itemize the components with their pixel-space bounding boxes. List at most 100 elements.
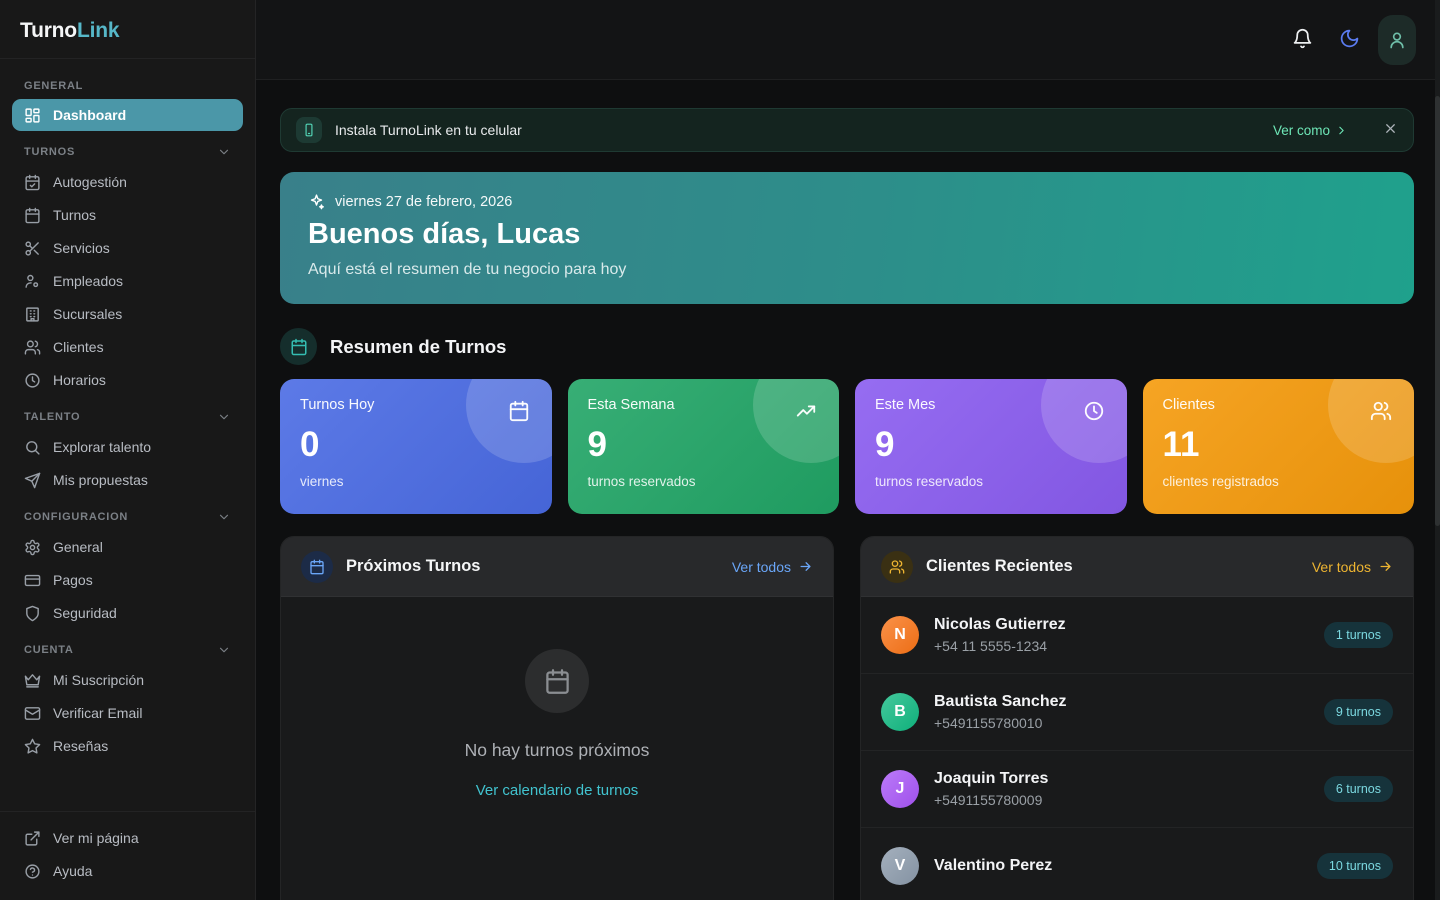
chevron-down-icon <box>217 145 231 159</box>
sidebar-item-label: General <box>53 539 103 555</box>
gear-icon <box>24 539 41 556</box>
sidebar-item-explorar-talento[interactable]: Explorar talento <box>12 431 243 463</box>
sparkles-icon <box>308 193 325 210</box>
empty-state-text: No hay turnos próximos <box>301 740 813 761</box>
calendar-icon <box>508 400 530 422</box>
user-icon <box>1387 30 1407 50</box>
section-label-text: TALENTO <box>24 411 80 423</box>
sidebar-item-empleados[interactable]: Empleados <box>12 265 243 297</box>
scrollbar[interactable] <box>1435 0 1440 900</box>
sidebar-item-label: Dashboard <box>53 107 126 123</box>
stat-card-grid: Turnos Hoy0viernesEsta Semana9turnos res… <box>280 379 1414 514</box>
calendar-icon <box>24 207 41 224</box>
view-as-label: Ver como <box>1273 123 1330 138</box>
employee-icon <box>24 273 41 290</box>
client-info: Joaquin Torres+5491155780009 <box>934 770 1309 808</box>
sidebar-section-configuracion[interactable]: CONFIGURACION <box>12 497 243 530</box>
recent-clients-panel-title: Clientes Recientes <box>926 557 1299 576</box>
sidebar-item-autogestion[interactable]: Autogestión <box>12 166 243 198</box>
sidebar-item-general[interactable]: General <box>12 531 243 563</box>
sidebar-item-label: Seguridad <box>53 605 117 621</box>
clock-icon <box>24 372 41 389</box>
app-logo: TurnoLink <box>0 0 255 59</box>
sidebar-item-servicios[interactable]: Servicios <box>12 232 243 264</box>
sidebar-item-label: Pagos <box>53 572 93 588</box>
theme-toggle-button[interactable] <box>1331 20 1368 60</box>
stat-card-esta-semana: Esta Semana9turnos reservados <box>568 379 840 514</box>
sidebar-section-cuenta[interactable]: CUENTA <box>12 630 243 663</box>
sidebar-item-resenas[interactable]: Reseñas <box>12 730 243 762</box>
sidebar-item-label: Reseñas <box>53 738 108 754</box>
sidebar-item-label: Verificar Email <box>53 705 142 721</box>
star-icon <box>24 738 41 755</box>
sidebar-section-turnos[interactable]: TURNOS <box>12 132 243 165</box>
sidebar-item-mi-suscripcion[interactable]: Mi Suscripción <box>12 664 243 696</box>
sidebar-item-ayuda[interactable]: Ayuda <box>12 855 243 887</box>
main-area: Instala TurnoLink en tu celular Ver como… <box>256 0 1440 900</box>
sidebar-item-label: Clientes <box>53 339 104 355</box>
calendar-icon <box>544 668 571 695</box>
greeting-card: viernes 27 de febrero, 2026 Buenos días,… <box>280 172 1414 304</box>
section-label-text: CUENTA <box>24 644 74 656</box>
turnos-count-badge: 9 turnos <box>1324 699 1393 725</box>
view-calendar-link[interactable]: Ver calendario de turnos <box>301 782 813 799</box>
notifications-button[interactable] <box>1284 20 1321 60</box>
client-row-valentino-perez[interactable]: VValentino Perez10 turnos <box>861 828 1413 900</box>
calendar-icon <box>290 338 308 356</box>
bell-icon <box>1292 28 1313 49</box>
search-icon <box>24 439 41 456</box>
client-row-joaquin-torres[interactable]: JJoaquin Torres+54911557800096 turnos <box>861 751 1413 828</box>
sidebar-item-mis-propuestas[interactable]: Mis propuestas <box>12 464 243 496</box>
client-info: Bautista Sanchez+5491155780010 <box>934 693 1309 731</box>
sidebar-item-seguridad[interactable]: Seguridad <box>12 597 243 629</box>
profile-button[interactable] <box>1378 15 1416 65</box>
stat-sublabel: clientes registrados <box>1163 474 1395 489</box>
sidebar-item-label: Mi Suscripción <box>53 672 144 688</box>
users-icon <box>889 559 905 575</box>
upcoming-panel-header: Próximos Turnos Ver todos <box>281 537 833 597</box>
clock-icon <box>1083 400 1105 422</box>
greeting-date: viernes 27 de febrero, 2026 <box>335 194 512 210</box>
stat-card-este-mes: Este Mes9turnos reservados <box>855 379 1127 514</box>
sidebar-item-horarios[interactable]: Horarios <box>12 364 243 396</box>
help-icon <box>24 863 41 880</box>
greeting-date-row: viernes 27 de febrero, 2026 <box>308 193 1386 210</box>
clients-view-all-link[interactable]: Ver todos <box>1312 559 1393 575</box>
clients-view-all-label: Ver todos <box>1312 559 1371 575</box>
upcoming-empty-state: No hay turnos próximos Ver calendario de… <box>281 597 833 851</box>
sidebar-item-sucursales[interactable]: Sucursales <box>12 298 243 330</box>
upcoming-view-all-link[interactable]: Ver todos <box>732 559 813 575</box>
client-phone: +5491155780010 <box>934 715 1309 731</box>
sidebar-item-turnos[interactable]: Turnos <box>12 199 243 231</box>
shield-icon <box>24 605 41 622</box>
external-link-icon <box>24 830 41 847</box>
arrow-right-icon <box>798 559 813 574</box>
sidebar-item-dashboard[interactable]: Dashboard <box>12 99 243 131</box>
sidebar-item-clientes[interactable]: Clientes <box>12 331 243 363</box>
view-as-link[interactable]: Ver como <box>1273 123 1348 138</box>
banner-close-button[interactable] <box>1383 121 1398 139</box>
client-info: Valentino Perez <box>934 857 1302 875</box>
moon-icon <box>1339 28 1360 49</box>
stat-card-clientes: Clientes11clientes registrados <box>1143 379 1415 514</box>
avatar: J <box>881 770 919 808</box>
sidebar-item-verificar-email[interactable]: Verificar Email <box>12 697 243 729</box>
section-label-text: TURNOS <box>24 146 75 158</box>
client-row-nicolas-gutierrez[interactable]: NNicolas Gutierrez+54 11 5555-12341 turn… <box>861 597 1413 674</box>
stat-sublabel: turnos reservados <box>588 474 820 489</box>
upcoming-view-all-label: Ver todos <box>732 559 791 575</box>
sidebar-item-ver-mi-pagina[interactable]: Ver mi página <box>12 822 243 854</box>
client-name: Joaquin Torres <box>934 770 1309 788</box>
sidebar-item-pagos[interactable]: Pagos <box>12 564 243 596</box>
mail-icon <box>24 705 41 722</box>
stat-sublabel: turnos reservados <box>875 474 1107 489</box>
sidebar-section-talento[interactable]: TALENTO <box>12 397 243 430</box>
scrollbar-thumb[interactable] <box>1435 96 1440 526</box>
stat-sublabel: viernes <box>300 474 532 489</box>
section-label-text: CONFIGURACION <box>24 511 128 523</box>
arrow-right-icon <box>1378 559 1393 574</box>
smartphone-icon <box>302 123 316 137</box>
summary-header: Resumen de Turnos <box>280 328 1414 365</box>
client-row-bautista-sanchez[interactable]: BBautista Sanchez+54911557800109 turnos <box>861 674 1413 751</box>
sidebar-item-label: Explorar talento <box>53 439 151 455</box>
